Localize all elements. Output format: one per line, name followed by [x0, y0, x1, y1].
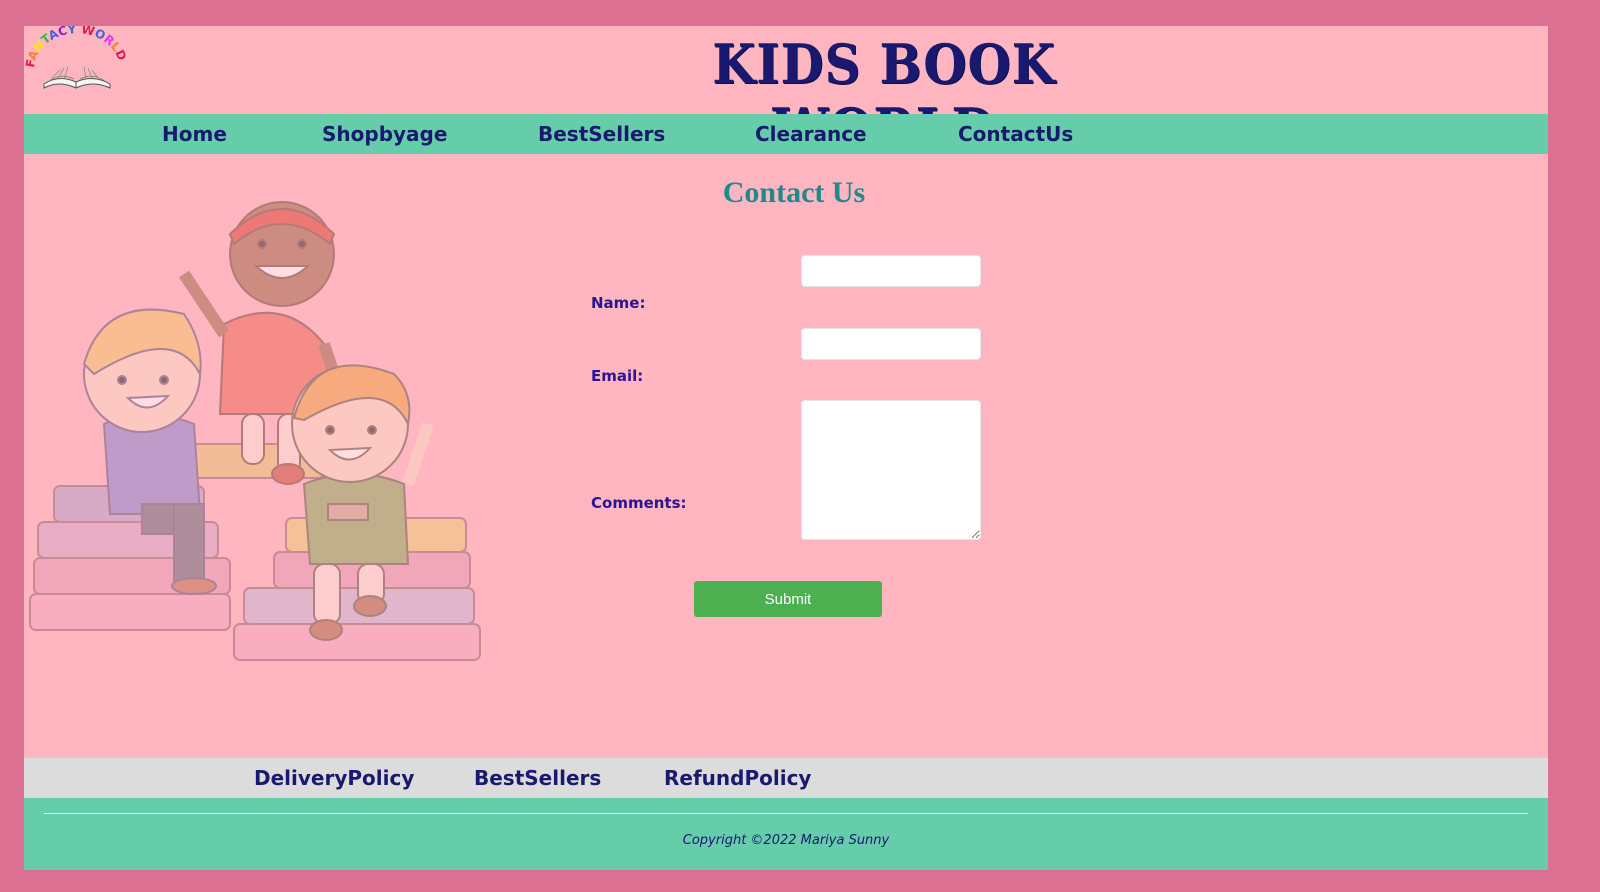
- top-navigation: Home Shopbyage BestSellers Clearance Con…: [24, 114, 1548, 154]
- nav-bestsellers[interactable]: BestSellers: [538, 122, 665, 146]
- main-content: Contact Us Name: Email: Comments: Submit: [24, 154, 1548, 750]
- comments-label: Comments:: [591, 494, 687, 512]
- footer-link-deliverypolicy[interactable]: DeliveryPolicy: [254, 766, 414, 790]
- site-footer: Copyright ©2022 Mariya Sunny: [24, 798, 1548, 870]
- copyright-text: Copyright ©2022 Mariya Sunny: [682, 833, 890, 848]
- footer-link-bestsellers[interactable]: BestSellers: [474, 766, 601, 790]
- name-label: Name:: [591, 294, 646, 312]
- comments-field[interactable]: [801, 400, 981, 540]
- page-container: FANTACY WORLD KIDS BOOK WORLD Home Shopb…: [24, 26, 1548, 870]
- submit-button[interactable]: Submit: [694, 581, 882, 617]
- email-label: Email:: [591, 367, 644, 385]
- footer-link-refundpolicy[interactable]: RefundPolicy: [664, 766, 811, 790]
- contact-title: Contact Us: [722, 176, 866, 209]
- nav-shopbyage[interactable]: Shopbyage: [322, 122, 447, 146]
- nav-home[interactable]: Home: [162, 122, 227, 146]
- name-field[interactable]: [801, 255, 981, 287]
- email-field[interactable]: [801, 328, 981, 360]
- logo-text: FANTACY WORL D: [24, 26, 128, 69]
- nav-clearance[interactable]: Clearance: [755, 122, 867, 146]
- nav-contactus[interactable]: ContactUs: [958, 122, 1073, 146]
- footer-navigation: DeliveryPolicy BestSellers RefundPolicy: [24, 758, 1548, 798]
- open-book-logo-icon: FANTACY WORL D: [24, 26, 128, 89]
- kids-sitting-on-books-illustration: [29, 201, 481, 661]
- site-header: FANTACY WORLD KIDS BOOK WORLD: [24, 26, 1548, 160]
- footer-divider: [44, 813, 1528, 814]
